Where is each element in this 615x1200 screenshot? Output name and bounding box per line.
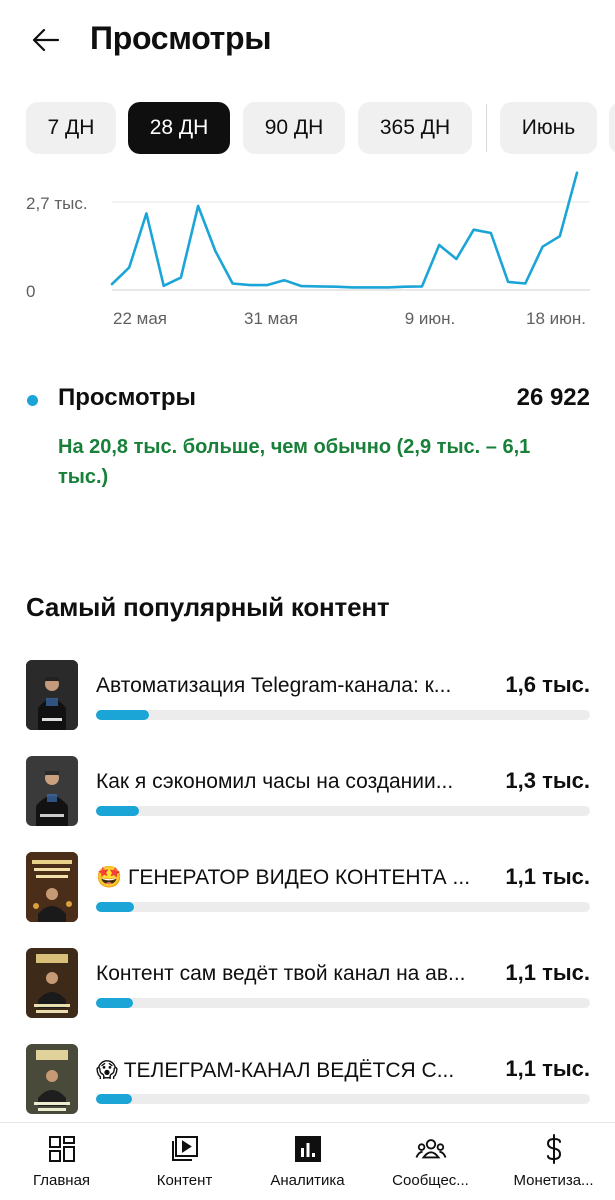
monetization-icon bbox=[538, 1133, 570, 1165]
content-share-track bbox=[96, 710, 590, 720]
nav-label: Главная bbox=[32, 1172, 91, 1189]
chip-90-days[interactable]: 90 ДН bbox=[243, 102, 345, 154]
content-title: Контент сам ведёт твой канал на ав... bbox=[96, 962, 466, 985]
video-thumbnail bbox=[26, 660, 78, 730]
content-views: 1,1 тыс. bbox=[505, 960, 590, 985]
dashboard-icon bbox=[46, 1133, 78, 1165]
back-button[interactable] bbox=[28, 22, 64, 58]
content-item[interactable]: Автоматизация Telegram-канала: к... 1,6 … bbox=[0, 658, 615, 732]
y-tick-label: 2,7 тыс. bbox=[26, 194, 88, 213]
x-tick-label: 31 мая bbox=[244, 309, 298, 328]
page-title: Просмотры bbox=[90, 20, 272, 56]
community-icon bbox=[415, 1133, 447, 1165]
content-item[interactable]: Контент сам ведёт твой канал на ав... 1,… bbox=[0, 946, 615, 1020]
content-item[interactable]: 🤩 ГЕНЕРАТОР ВИДЕО КОНТЕНТА ... 1,1 тыс. bbox=[0, 850, 615, 924]
x-tick-label: 22 мая bbox=[113, 309, 167, 328]
nav-community[interactable]: Сообщес... bbox=[369, 1123, 492, 1200]
content-views: 1,6 тыс. bbox=[505, 672, 590, 697]
content-share-bar bbox=[96, 998, 134, 1008]
content-share-bar bbox=[96, 902, 135, 912]
chip-divider bbox=[486, 104, 487, 152]
nav-home[interactable]: Главная bbox=[0, 1123, 123, 1200]
content-share-track bbox=[96, 806, 590, 816]
nav-label: Сообщес... bbox=[392, 1172, 469, 1189]
metric-value: 26 922 bbox=[516, 384, 590, 411]
metric-comparison-note: На 20,8 тыс. больше, чем обычно (2,9 тыс… bbox=[58, 436, 531, 488]
nav-label: Контент bbox=[156, 1172, 213, 1189]
content-item[interactable]: Как я сэкономил часы на создании... 1,3 … bbox=[0, 754, 615, 828]
content-share-bar bbox=[96, 1094, 132, 1104]
popular-content-title: Самый популярный контент bbox=[26, 592, 390, 622]
header: Просмотры bbox=[0, 0, 615, 82]
content-share-track bbox=[96, 1094, 590, 1104]
analytics-icon bbox=[292, 1133, 324, 1165]
content-title: 🤩 ГЕНЕРАТОР ВИДЕО КОНТЕНТА ... bbox=[96, 866, 471, 889]
content-title: Автоматизация Telegram-канала: к... bbox=[96, 674, 452, 697]
content-title: 😱 ТЕЛЕГРАМ-КАНАЛ ВЕДЁТСЯ С... bbox=[96, 1059, 455, 1082]
nav-monetization[interactable]: Монетиза... bbox=[492, 1123, 615, 1200]
nav-label: Аналитика bbox=[270, 1172, 345, 1189]
nav-label: Монетиза... bbox=[513, 1172, 594, 1189]
content-share-track bbox=[96, 998, 590, 1008]
views-chart: 2,7 тыс. 0 22 мая 31 мая 9 июн. 18 июн. bbox=[0, 160, 615, 340]
arrow-left-icon bbox=[32, 28, 60, 52]
content-share-bar bbox=[96, 710, 149, 720]
video-thumbnail bbox=[26, 852, 78, 922]
video-thumbnail bbox=[26, 756, 78, 826]
content-icon bbox=[169, 1133, 201, 1165]
video-thumbnail bbox=[26, 948, 78, 1018]
views-chart-svg: 2,7 тыс. 0 22 мая 31 мая 9 июн. 18 июн. bbox=[26, 171, 590, 328]
chip-more[interactable] bbox=[609, 102, 615, 154]
content-share-bar bbox=[96, 806, 139, 816]
period-chips: 7 ДН 28 ДН 90 ДН 365 ДН Июнь bbox=[0, 102, 615, 156]
content-share-track bbox=[96, 902, 590, 912]
nav-content[interactable]: Контент bbox=[123, 1123, 246, 1200]
content-views: 1,3 тыс. bbox=[505, 768, 590, 793]
bottom-navigation: Главная Контент Аналитика Сообщес... Мон… bbox=[0, 1122, 615, 1200]
x-tick-label: 9 июн. bbox=[405, 309, 456, 328]
nav-analytics[interactable]: Аналитика bbox=[246, 1123, 369, 1200]
metric-name: Просмотры bbox=[58, 384, 197, 411]
content-views: 1,1 тыс. bbox=[505, 1056, 590, 1081]
content-views: 1,1 тыс. bbox=[505, 864, 590, 889]
chip-june[interactable]: Июнь bbox=[500, 102, 597, 154]
x-tick-label: 18 июн. bbox=[526, 309, 586, 328]
content-item[interactable]: 😱 ТЕЛЕГРАМ-КАНАЛ ВЕДЁТСЯ С... 1,1 тыс. bbox=[0, 1042, 615, 1116]
y-tick-label: 0 bbox=[26, 282, 35, 301]
video-thumbnail bbox=[26, 1044, 78, 1114]
chip-7-days[interactable]: 7 ДН bbox=[26, 102, 116, 154]
chip-28-days[interactable]: 28 ДН bbox=[128, 102, 230, 154]
content-title: Как я сэкономил часы на создании... bbox=[96, 770, 454, 793]
chip-365-days[interactable]: 365 ДН bbox=[358, 102, 472, 154]
series-dot bbox=[27, 395, 38, 406]
views-series-line bbox=[110, 171, 579, 289]
